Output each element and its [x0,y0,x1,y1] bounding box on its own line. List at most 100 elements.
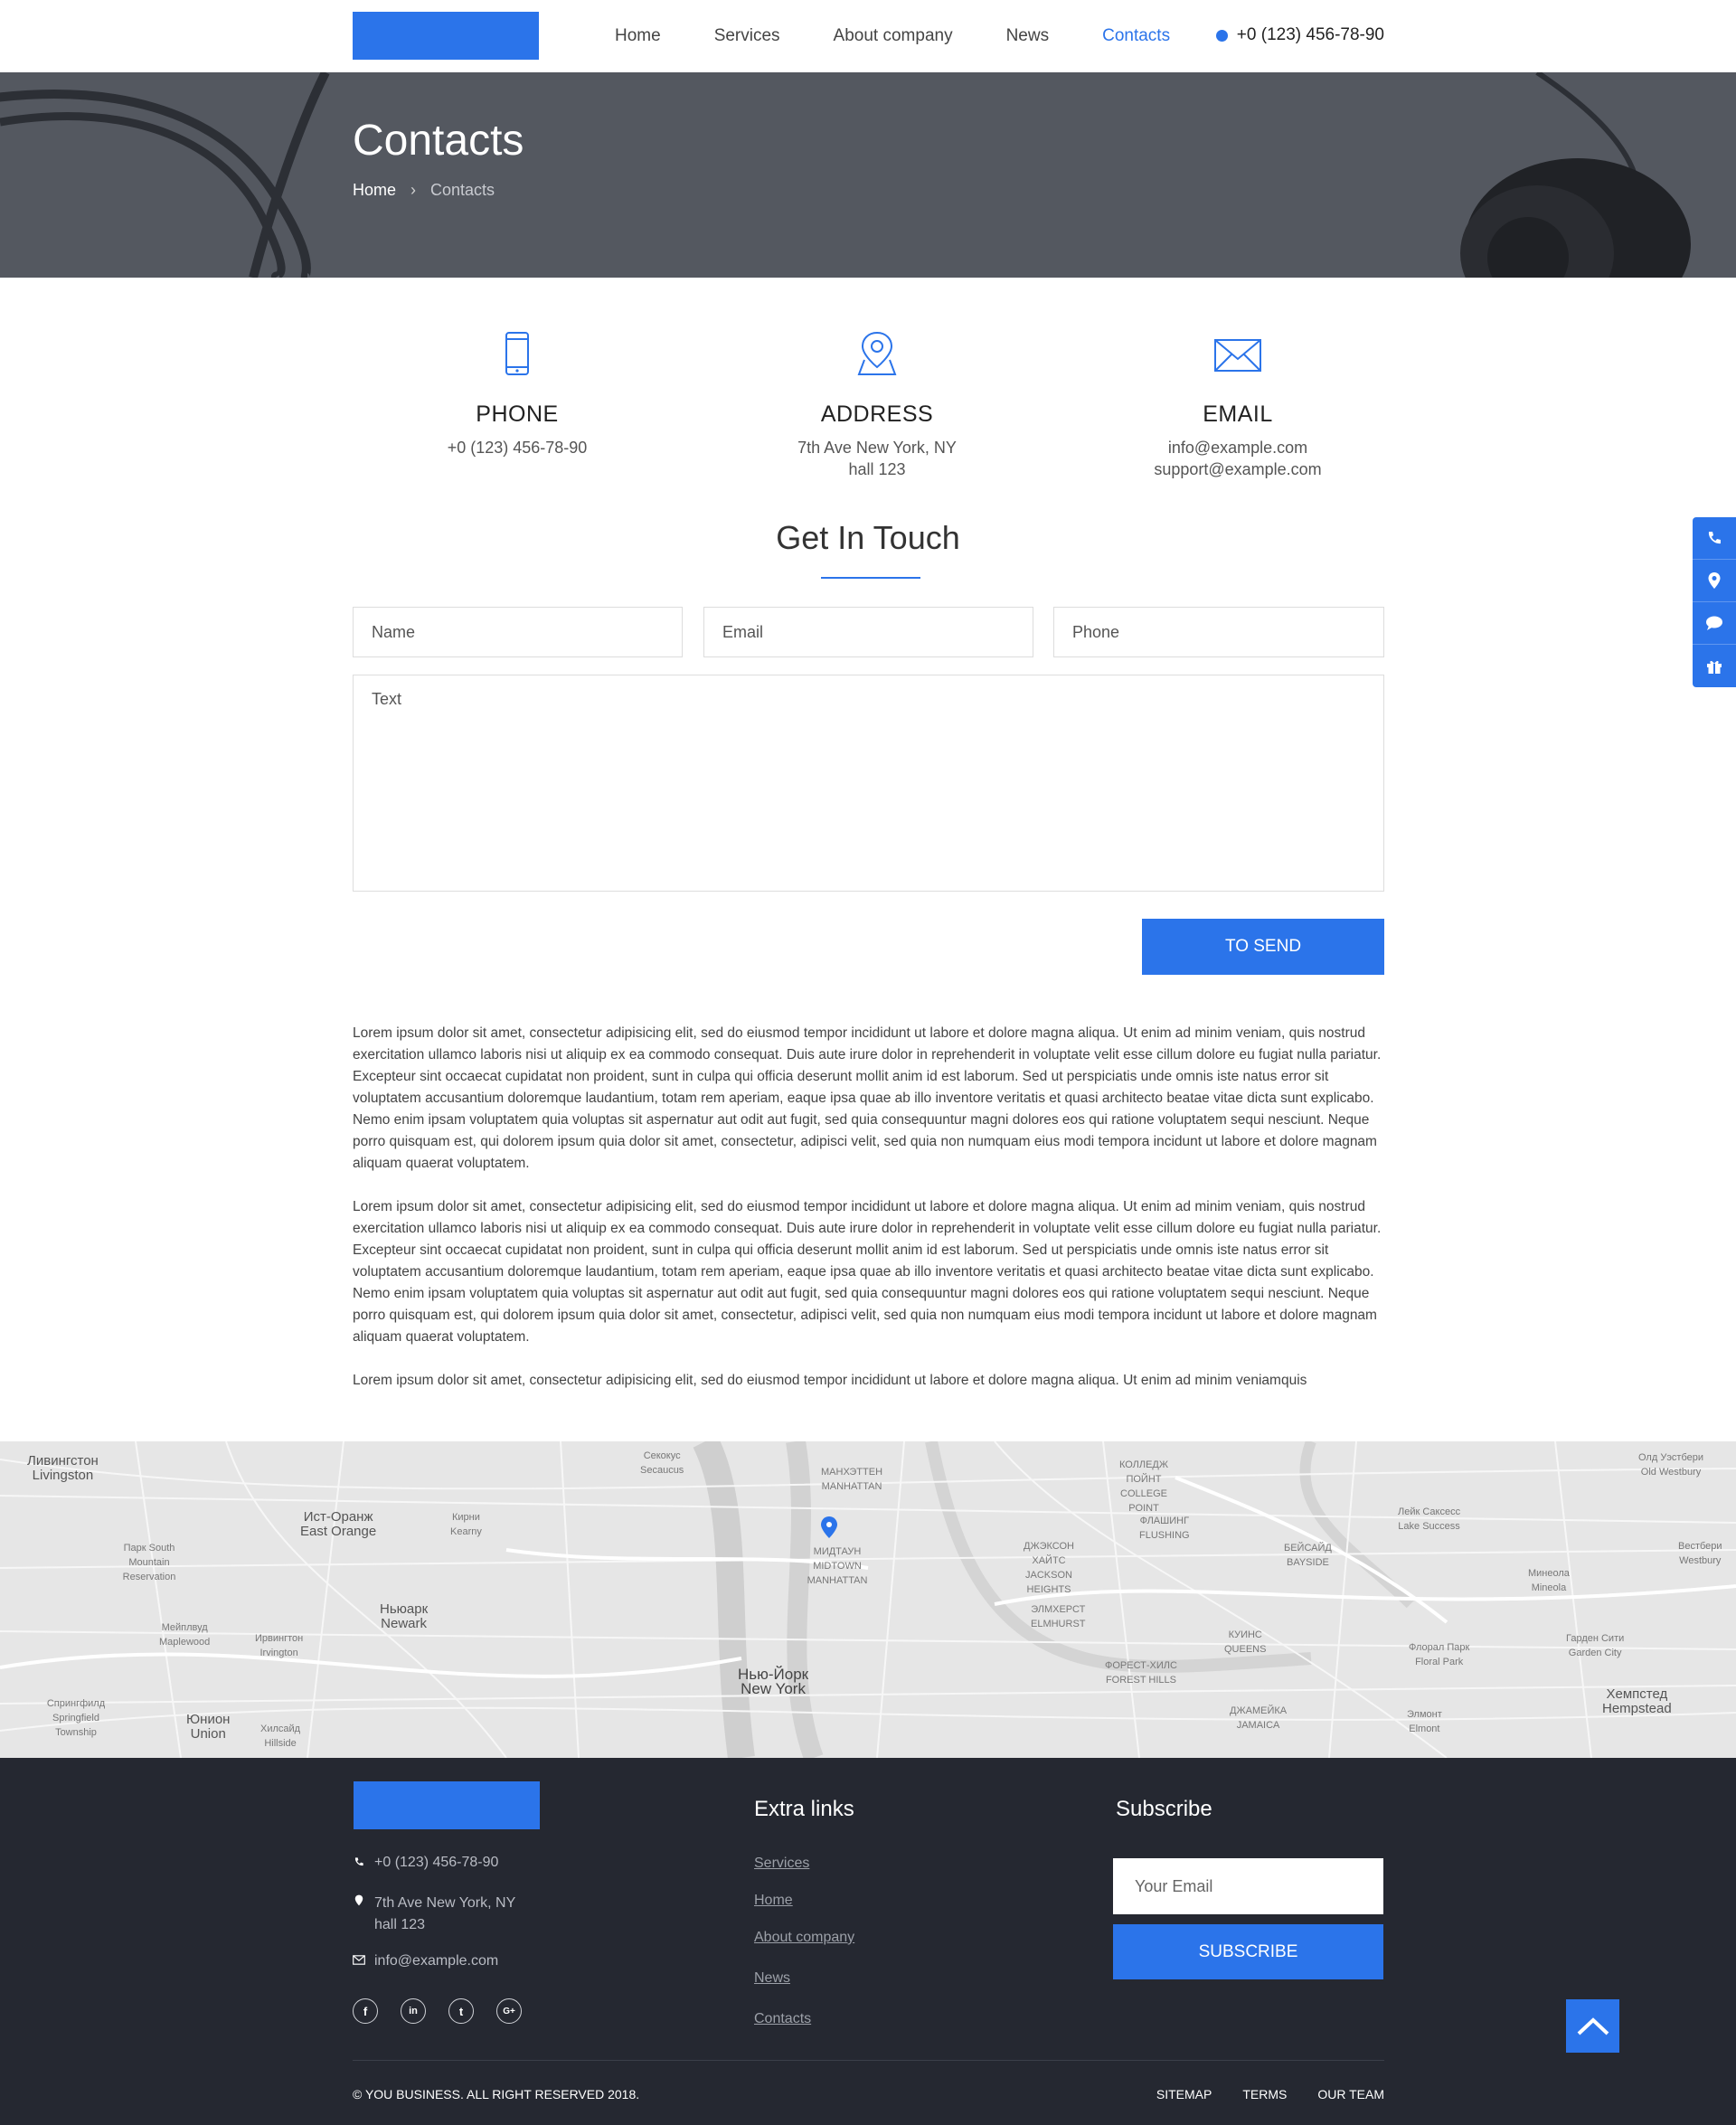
page-hero: Contacts Home › Contacts [0,72,1736,278]
body-paragraph-1: Lorem ipsum dolor sit amet, consectetur … [353,1025,1382,1171]
info-address-title: ADDRESS [820,401,934,427]
scroll-to-top-button[interactable] [1566,1999,1619,2053]
map-label-westbury: Вестбери Westbury [1678,1541,1722,1566]
map-label-union: Юнион Union [186,1712,231,1742]
info-address: ADDRESS 7th Ave New York, NY hall 123 [687,329,1067,480]
footer-link-about-company[interactable]: About company [754,1930,854,1946]
subscribe-title: Subscribe [1116,1797,1212,1821]
footer-link-home[interactable]: Home [754,1893,793,1909]
nav-news[interactable]: News [1006,26,1050,46]
gift-icon [1707,660,1722,674]
footer-logo[interactable] [354,1781,540,1829]
linkedin-icon[interactable]: in [401,1998,426,2024]
map-pin-icon [354,1894,363,1906]
breadcrumb-separator-icon: › [410,181,417,199]
map-label-springfield: Спрингфилд Springfield Township [46,1698,106,1738]
site-header: Home Services About company News Contact… [0,0,1736,72]
phone-icon [354,1857,363,1866]
body-paragraph-2: Lorem ipsum dolor sit amet, consectetur … [353,1199,1382,1345]
nav-home[interactable]: Home [615,26,661,46]
extra-links-title: Extra links [754,1797,854,1821]
map-label-manhattan: МАНХЭТТЕН MANHATTAN [821,1467,883,1492]
map-label-secaucus: Секокус Secaucus [640,1450,684,1476]
terms-link[interactable]: TERMS [1242,2087,1287,2101]
our-team-link[interactable]: OUR TEAM [1317,2087,1384,2101]
subscribe-button[interactable]: SUBSCRIBE [1113,1924,1383,1979]
phone-icon [1708,532,1721,544]
footer-link-contacts[interactable]: Contacts [754,2011,811,2027]
site-footer [0,1758,1736,2125]
nav-contacts[interactable]: Contacts [1102,26,1170,46]
map-label-kearny: Кирни Kearny [450,1512,482,1537]
map-label-elmhurst: ЭЛМХЕРСТ ELMHURST [1031,1604,1086,1629]
info-email: EMAIL info@example.com support@example.c… [1048,329,1428,480]
side-phone-button[interactable] [1693,517,1736,560]
map-label-lake-success: Лейк Саксесс Lake Success [1398,1506,1461,1532]
footer-address: 7th Ave New York, NY hall 123 [353,1893,515,1936]
breadcrumb-current: Contacts [430,181,495,199]
map-label-livingston: Ливингстон Livingston [27,1453,99,1483]
map-label-jackson-heights: ДЖЭКСОН ХАЙТС JACKSON HEIGHTS [1024,1541,1074,1595]
message-textarea[interactable]: Text [353,675,1384,892]
google-plus-icon[interactable]: G+ [496,1998,522,2024]
map-label-south-mountain: Парк South Mountain Reservation [122,1543,176,1582]
facebook-icon[interactable]: f [353,1998,378,2024]
subscribe-email-input[interactable]: Your Email [1113,1858,1383,1914]
map-label-jamaica: ДЖАМЕЙКА JAMAICA [1230,1705,1288,1731]
form-heading: Get In Touch [776,519,960,556]
envelope-icon [1214,339,1261,372]
footer-link-services[interactable]: Services [754,1856,809,1872]
body-paragraph-3: Lorem ipsum dolor sit amet, consectetur … [353,1373,1307,1388]
footer-link-news[interactable]: News [754,1970,790,1987]
map-label-maplewood: Мейплвуд Maplewood [159,1622,211,1648]
chevron-up-icon [1577,2016,1609,2035]
logo[interactable] [353,12,539,60]
map-label-hempstead: Хемпстед Hempstead [1602,1686,1672,1716]
info-address-line1: 7th Ave New York, NY [797,439,957,457]
chat-bubble-icon [1706,616,1722,630]
footer-divider [353,2060,1384,2061]
sitemap-link[interactable]: SITEMAP [1156,2087,1212,2101]
info-email-title: EMAIL [1203,401,1273,427]
email-input[interactable]: Email [703,607,1033,657]
footer-bottom-links: SITEMAP TERMS OUR TEAM [1126,2087,1384,2101]
map-label-east-orange: Ист-Оранж East Orange [300,1509,377,1539]
phone-icon [1215,29,1228,42]
map-label-hillside: Хилсайд Hillside [260,1724,301,1749]
map-label-college-point: КОЛЛЕДЖ ПОЙНТ COLLEGE POINT [1118,1459,1169,1514]
heading-underline [821,577,920,579]
footer-phone-number: +0 (123) 456-78-90 [374,1855,499,1870]
map-label-garden-city: Гарден Сити Garden City [1566,1633,1625,1658]
breadcrumb-home[interactable]: Home [353,181,396,200]
footer-address-line2: hall 123 [374,1917,426,1932]
info-email-support: support@example.com [1154,460,1322,478]
info-address-line2: hall 123 [848,460,906,478]
map-label-new-york: Нью-Йорк New York [738,1666,809,1697]
side-gift-button[interactable] [1693,645,1736,687]
nav-about-company[interactable]: About company [834,26,953,46]
map-label-elmont: Элмонт Elmont [1407,1709,1442,1734]
main-nav: Home Services About company News Contact… [615,0,1223,72]
breadcrumb: Home › Contacts [353,181,495,200]
map-label-floral-park: Флорал Парк Floral Park [1409,1642,1470,1667]
location-map[interactable]: Ливингстон Livingston Ист-Оранж East Orang… [0,1441,1736,1758]
footer-address-line1: 7th Ave New York, NY [374,1895,516,1911]
footer-phone[interactable]: +0 (123) 456-78-90 [353,1855,498,1871]
map-pin-icon [857,331,897,375]
phone-input[interactable]: Phone [1053,607,1384,657]
copyright: © YOU BUSINESS. ALL RIGHT RESERVED 2018. [353,2087,640,2101]
side-chat-button[interactable] [1693,602,1736,645]
map-label-mineola: Минеола Mineola [1528,1568,1570,1593]
map-label-old-westbury: Олд Уэстбери Old Westbury [1638,1452,1704,1478]
nav-services[interactable]: Services [714,26,780,46]
header-phone[interactable]: +0 (123) 456-78-90 [1215,25,1384,45]
map-label-bayside: БЕЙСАЙД BAYSIDE [1284,1543,1332,1568]
name-input[interactable]: Name [353,607,683,657]
page-title: Contacts [353,117,524,165]
side-location-button[interactable] [1693,560,1736,602]
map-label-midtown: МИДТАУН MIDTOWN MANHATTAN [807,1546,868,1586]
info-email-primary: info@example.com [1167,439,1308,457]
twitter-icon[interactable]: t [448,1998,474,2024]
footer-email[interactable]: info@example.com [353,1953,498,1969]
send-button[interactable]: TO SEND [1142,919,1384,975]
